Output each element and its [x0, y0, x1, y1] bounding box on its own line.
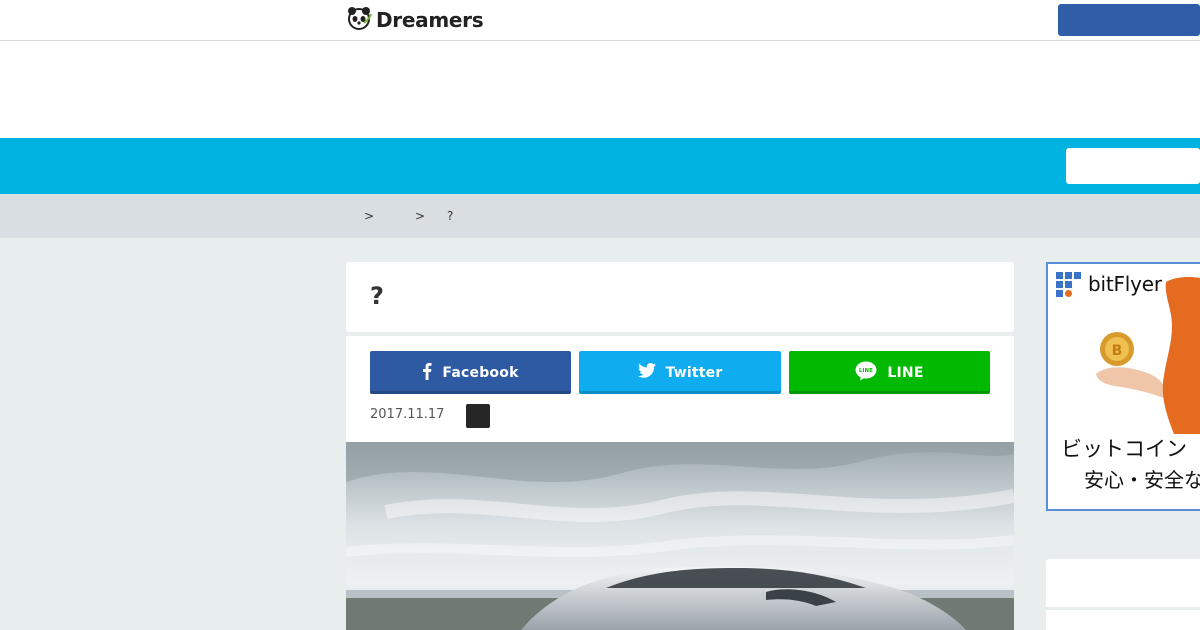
- facebook-icon: [422, 362, 432, 384]
- supercar-photo: [346, 442, 1014, 630]
- facebook-share-button[interactable]: Facebook: [370, 351, 571, 394]
- site-logo-text: Dreamers: [376, 8, 484, 32]
- twitter-icon: [637, 363, 656, 382]
- top-header: [0, 0, 1200, 41]
- twitter-share-label: Twitter: [665, 364, 723, 381]
- line-icon: LINE: [855, 361, 877, 385]
- bitflyer-logo-icon: [1056, 272, 1082, 298]
- navigation-bar: [0, 138, 1200, 194]
- article-header-card: [346, 262, 1014, 332]
- article-hero-image: [346, 442, 1014, 630]
- facebook-share-label: Facebook: [442, 364, 519, 381]
- line-icon-text: LINE: [859, 368, 873, 374]
- breadcrumb-separator: >: [364, 209, 375, 223]
- breadcrumb-separator: >: [415, 209, 426, 223]
- ad-tagline-line-1: ビットコイン: [1061, 437, 1187, 461]
- sidebar-widget: [1046, 610, 1200, 630]
- ad-tagline-line-2: 安心・安全な: [1084, 468, 1200, 492]
- bitflyer-brand: bitFlyer: [1088, 272, 1162, 296]
- sidebar-widget: [1046, 559, 1200, 607]
- search-input[interactable]: [1066, 148, 1200, 184]
- site-logo[interactable]: Dreamers: [346, 5, 484, 35]
- panda-icon: [346, 5, 372, 35]
- line-share-button[interactable]: LINE LINE: [789, 351, 990, 394]
- breadcrumb-current: ?: [447, 209, 454, 223]
- category-badge[interactable]: [466, 404, 490, 428]
- twitter-share-button[interactable]: Twitter: [579, 351, 781, 394]
- line-share-label: LINE: [887, 364, 924, 381]
- page-title: ?: [370, 282, 384, 310]
- svg-text:B: B: [1112, 343, 1123, 359]
- header-ad-space: [0, 41, 1200, 138]
- post-date: 2017.11.17: [370, 407, 445, 422]
- header-action-button[interactable]: [1058, 4, 1200, 36]
- breadcrumb: [0, 194, 1200, 238]
